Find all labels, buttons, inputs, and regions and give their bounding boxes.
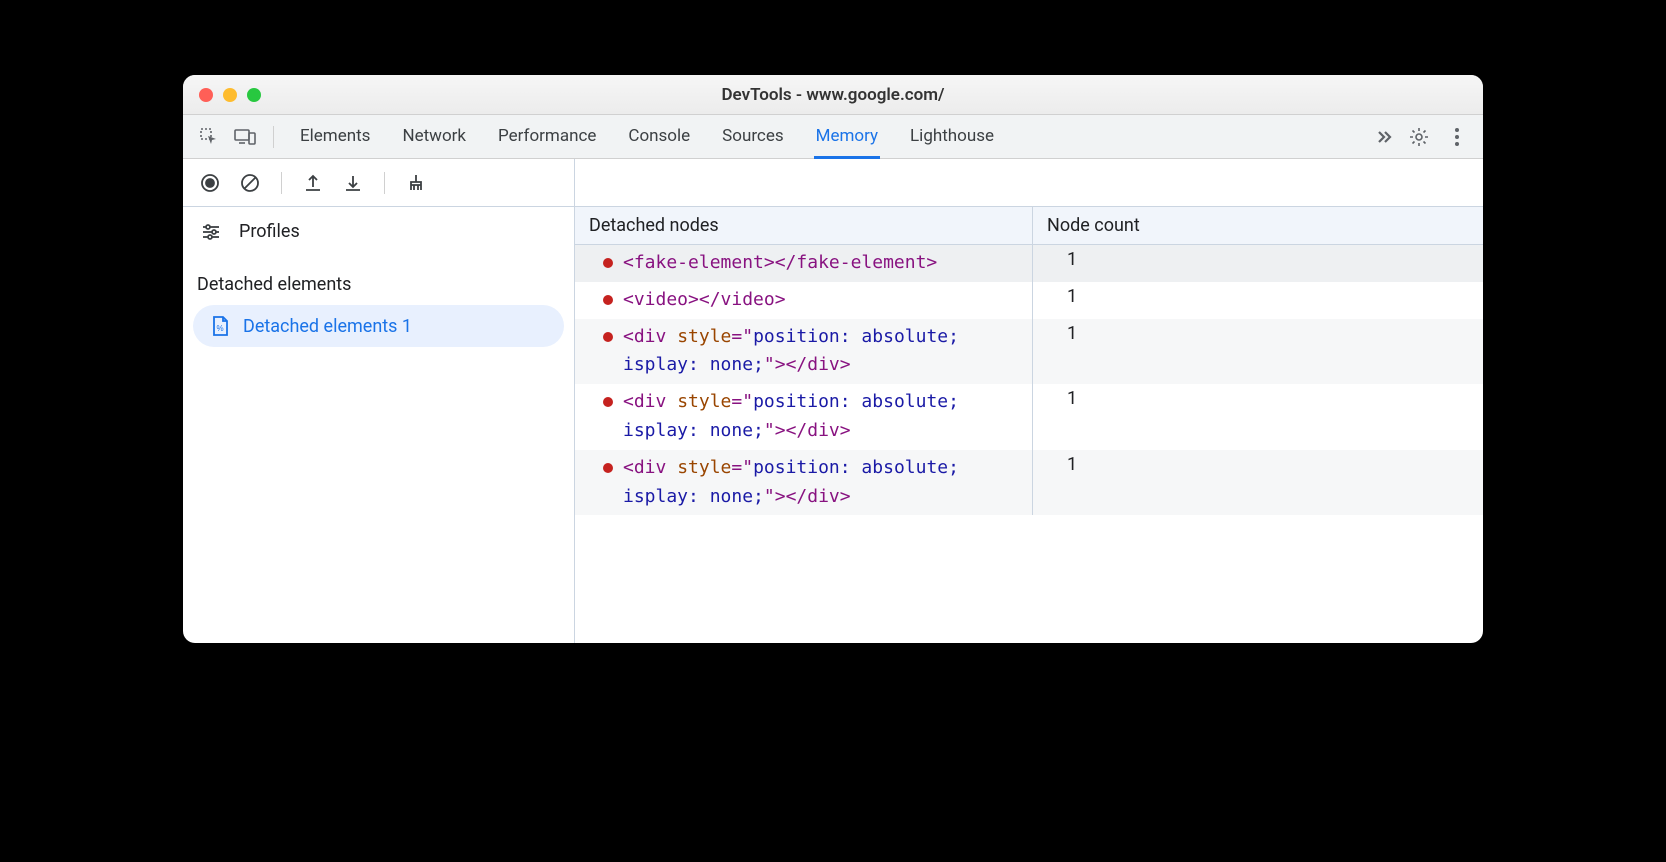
profile-items: % Detached elements 1 xyxy=(183,305,574,347)
status-dot-icon xyxy=(603,332,613,342)
cell-node-count: 1 xyxy=(1033,245,1483,282)
record-icon[interactable] xyxy=(197,170,223,196)
sliders-icon xyxy=(201,222,221,242)
table-row[interactable]: <div style="position: absolute; isplay: … xyxy=(575,319,1483,385)
cell-detached-node: <div style="position: absolute; isplay: … xyxy=(575,319,1033,385)
section-label: Detached elements xyxy=(183,256,574,305)
profile-toolbar xyxy=(183,159,574,207)
tab-lighthouse[interactable]: Lighthouse xyxy=(908,116,996,158)
cell-node-count: 1 xyxy=(1033,282,1483,319)
device-toolbar-icon[interactable] xyxy=(231,123,259,151)
tab-console[interactable]: Console xyxy=(626,116,692,158)
cell-node-count: 1 xyxy=(1033,450,1483,516)
profiles-label: Profiles xyxy=(239,221,300,242)
table-row[interactable]: <video></video>1 xyxy=(575,282,1483,319)
tab-elements[interactable]: Elements xyxy=(298,116,372,158)
column-node-count[interactable]: Node count xyxy=(1033,207,1483,244)
traffic-lights xyxy=(199,88,261,102)
main-panel: Detached nodes Node count <fake-element>… xyxy=(575,159,1483,643)
titlebar: DevTools - www.google.com/ xyxy=(183,75,1483,115)
profile-item-label: Detached elements 1 xyxy=(243,316,412,337)
cell-node-count: 1 xyxy=(1033,319,1483,385)
broom-icon[interactable] xyxy=(403,170,429,196)
cell-detached-node: <div style="position: absolute; isplay: … xyxy=(575,384,1033,450)
status-dot-icon xyxy=(603,295,613,305)
table-row[interactable]: <fake-element></fake-element>1 xyxy=(575,245,1483,282)
divider xyxy=(281,172,282,194)
maximize-window-button[interactable] xyxy=(247,88,261,102)
devtools-window: DevTools - www.google.com/ Elements Netwo… xyxy=(183,75,1483,643)
cell-node-count: 1 xyxy=(1033,384,1483,450)
divider xyxy=(273,126,274,148)
settings-icon[interactable] xyxy=(1405,123,1433,151)
sidebar: Profiles Detached elements % Detached el… xyxy=(183,159,575,643)
cell-detached-node: <div style="position: absolute; isplay: … xyxy=(575,450,1033,516)
divider xyxy=(384,172,385,194)
table-row[interactable]: <div style="position: absolute; isplay: … xyxy=(575,450,1483,516)
table-body: <fake-element></fake-element>1<video></v… xyxy=(575,245,1483,643)
tabs: Elements Network Performance Console Sources… xyxy=(298,116,1361,158)
minimize-window-button[interactable] xyxy=(223,88,237,102)
more-tabs-icon[interactable] xyxy=(1369,123,1397,151)
clear-icon[interactable] xyxy=(237,170,263,196)
status-dot-icon xyxy=(603,397,613,407)
main-tabbar: Elements Network Performance Console Sources… xyxy=(183,115,1483,159)
content-area: Profiles Detached elements % Detached el… xyxy=(183,159,1483,643)
tab-memory[interactable]: Memory xyxy=(814,116,880,159)
window-title: DevTools - www.google.com/ xyxy=(183,85,1483,105)
svg-text:%: % xyxy=(216,324,223,333)
kebab-menu-icon[interactable] xyxy=(1443,123,1471,151)
upload-icon[interactable] xyxy=(300,170,326,196)
profiles-header[interactable]: Profiles xyxy=(183,207,574,256)
status-dot-icon xyxy=(603,463,613,473)
table-header: Detached nodes Node count xyxy=(575,207,1483,245)
close-window-button[interactable] xyxy=(199,88,213,102)
tab-performance[interactable]: Performance xyxy=(496,116,598,158)
cell-detached-node: <fake-element></fake-element> xyxy=(575,245,1033,282)
file-icon: % xyxy=(211,315,229,337)
tab-network[interactable]: Network xyxy=(400,116,468,158)
table-row[interactable]: <div style="position: absolute; isplay: … xyxy=(575,384,1483,450)
tab-sources[interactable]: Sources xyxy=(720,116,785,158)
cell-detached-node: <video></video> xyxy=(575,282,1033,319)
inspect-element-icon[interactable] xyxy=(195,123,223,151)
main-toolbar xyxy=(575,159,1483,207)
profile-item[interactable]: % Detached elements 1 xyxy=(193,305,564,347)
status-dot-icon xyxy=(603,258,613,268)
download-icon[interactable] xyxy=(340,170,366,196)
column-detached-nodes[interactable]: Detached nodes xyxy=(575,207,1033,244)
